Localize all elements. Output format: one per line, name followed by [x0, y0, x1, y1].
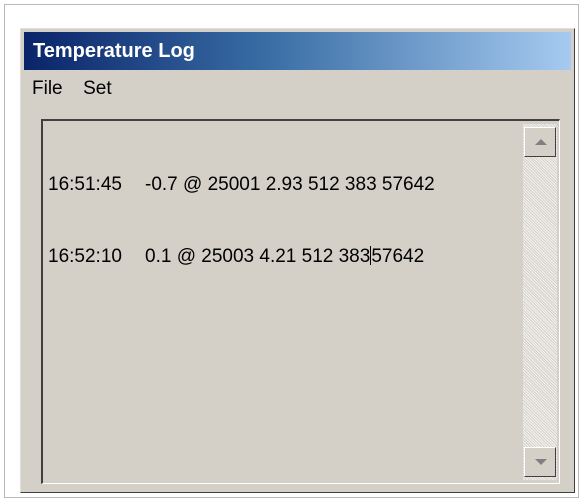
menu-set[interactable]: Set [75, 75, 120, 103]
window-title: Temperature Log [33, 40, 195, 62]
scroll-up-arrow-icon [535, 139, 547, 145]
log-text[interactable]: 16:51:45 -0.7 @ 25001 2.93 512 383 57642 … [48, 125, 518, 317]
log-line: 16:51:45 -0.7 @ 25001 2.93 512 383 57642 [48, 173, 518, 197]
screenshot-frame: Temperature Log File Set 16:51:45 -0.7 @ … [4, 4, 579, 498]
menu-bar: File Set [24, 75, 120, 103]
temperature-log-window: Temperature Log File Set 16:51:45 -0.7 @ … [20, 28, 575, 493]
log-time: 16:51:45 [48, 174, 122, 195]
log-line: 16:52:10 0.1 @ 25003 4.21 512 38357642 [48, 245, 518, 269]
log-data: -0.7 @ 25001 2.93 512 383 57642 [145, 174, 435, 195]
scroll-down-arrow-icon [535, 459, 547, 465]
log-data-after-caret: 57642 [371, 246, 425, 267]
vertical-scrollbar[interactable] [523, 124, 557, 480]
menu-file[interactable]: File [24, 75, 71, 103]
log-textarea[interactable]: 16:51:45 -0.7 @ 25001 2.93 512 383 57642 … [41, 119, 560, 484]
log-data: 0.1 @ 25003 4.21 512 383 [145, 246, 371, 267]
scroll-up-button[interactable] [524, 127, 556, 157]
log-time: 16:52:10 [48, 246, 122, 267]
scroll-down-button[interactable] [524, 447, 556, 477]
title-bar[interactable]: Temperature Log [24, 32, 571, 70]
